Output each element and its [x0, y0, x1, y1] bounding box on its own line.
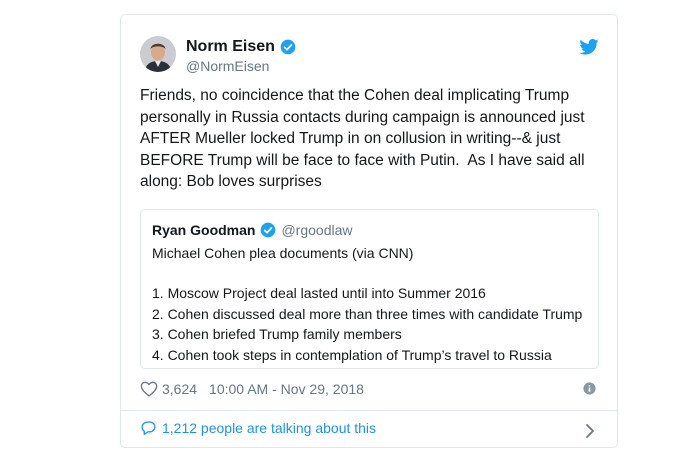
chevron-right-icon[interactable] — [585, 423, 595, 439]
embedded-tweet-card: Norm Eisen @NormEisen Friends, no coinci… — [120, 14, 618, 448]
list-item: 3. Cohen briefed Trump family members — [152, 326, 402, 342]
quoted-author-handle[interactable]: @rgoodlaw — [281, 222, 352, 238]
tweet-text: Friends, no coincidence that the Cohen d… — [140, 87, 589, 190]
author-name[interactable]: Norm Eisen — [186, 38, 296, 56]
twitter-bird-icon[interactable] — [579, 39, 599, 55]
list-item: 2. Cohen discussed deal more than three … — [152, 305, 583, 322]
verified-badge-icon — [261, 222, 276, 238]
list-item: 4. Cohen took steps in contemplation of … — [152, 346, 552, 363]
author-handle[interactable]: @NormEisen — [186, 58, 269, 74]
speech-bubble-icon — [141, 421, 156, 436]
tweet-meta: 3,624 10:00 AM - Nov 29, 2018 — [140, 381, 364, 397]
quoted-intro-text: Michael Cohen plea documents (via CNN) — [152, 245, 414, 261]
info-icon[interactable] — [583, 382, 596, 395]
author-name-text[interactable]: Norm Eisen — [186, 38, 275, 56]
quoted-author-name[interactable]: Ryan Goodman — [152, 222, 255, 238]
quoted-tweet[interactable]: Ryan Goodman @rgoodlaw Michael Cohen ple… — [140, 209, 599, 369]
avatar[interactable] — [140, 36, 176, 72]
divider — [121, 410, 617, 411]
conversation-link-text[interactable]: 1,212 people are talking about this — [162, 420, 376, 436]
conversation-link[interactable]: 1,212 people are talking about this — [140, 420, 376, 436]
like-count[interactable]: 3,624 — [162, 381, 197, 397]
timestamp[interactable]: 10:00 AM - Nov 29, 2018 — [209, 381, 364, 397]
verified-badge-icon — [280, 39, 296, 55]
quoted-tweet-header: Ryan Goodman @rgoodlaw — [152, 222, 353, 238]
heart-icon[interactable] — [140, 381, 158, 397]
list-item: 1. Moscow Project deal lasted until into… — [152, 285, 486, 301]
quoted-list: 1. Moscow Project deal lasted until into… — [152, 283, 582, 365]
